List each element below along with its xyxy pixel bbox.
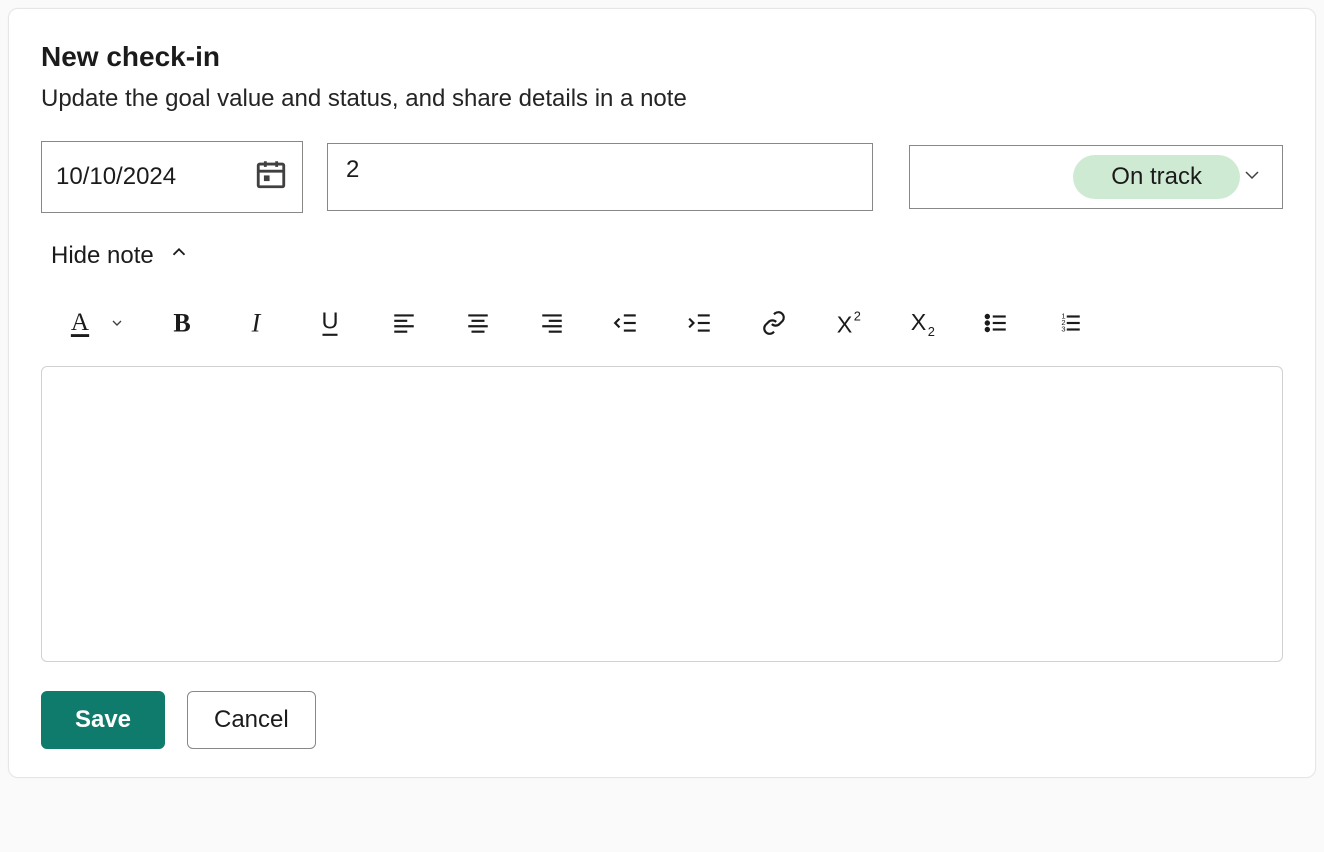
chevron-down-icon: [1240, 163, 1264, 192]
svg-text:I: I: [251, 310, 262, 336]
outdent-button[interactable]: [607, 304, 645, 342]
svg-text:3: 3: [1061, 325, 1065, 334]
svg-text:2: 2: [854, 309, 861, 324]
italic-button[interactable]: I: [237, 304, 275, 342]
indent-button[interactable]: [681, 304, 719, 342]
underline-button[interactable]: U: [311, 304, 349, 342]
footer-buttons: Save Cancel: [41, 691, 1283, 749]
font-color-chevron-icon[interactable]: [107, 304, 127, 342]
editor-toolbar: A B I U: [41, 304, 1283, 342]
fields-row: On track: [41, 141, 1283, 213]
align-center-button[interactable]: [459, 304, 497, 342]
save-button[interactable]: Save: [41, 691, 165, 749]
date-input[interactable]: [56, 163, 226, 191]
bold-button[interactable]: B: [163, 304, 201, 342]
dialog-title: New check-in: [41, 41, 1283, 73]
svg-text:X: X: [837, 311, 853, 337]
hide-note-toggle[interactable]: Hide note: [51, 241, 190, 270]
chevron-up-icon: [168, 241, 190, 270]
value-input[interactable]: [346, 156, 854, 184]
align-left-button[interactable]: [385, 304, 423, 342]
svg-text:A: A: [71, 309, 89, 336]
link-button[interactable]: [755, 304, 793, 342]
svg-text:U: U: [321, 308, 338, 333]
subscript-button[interactable]: X 2: [903, 304, 941, 342]
svg-text:2: 2: [928, 324, 935, 337]
status-dropdown[interactable]: On track: [909, 145, 1283, 209]
date-field[interactable]: [41, 141, 303, 213]
svg-text:X: X: [911, 309, 927, 335]
number-list-button[interactable]: 1 2 3: [1051, 304, 1089, 342]
note-editor[interactable]: [41, 366, 1283, 662]
bullet-list-button[interactable]: [977, 304, 1015, 342]
calendar-icon[interactable]: [254, 157, 288, 198]
svg-text:B: B: [173, 310, 190, 336]
dialog-subtitle: Update the goal value and status, and sh…: [41, 85, 1283, 113]
value-field[interactable]: [327, 143, 873, 211]
status-pill: On track: [1073, 155, 1240, 199]
superscript-button[interactable]: X 2: [829, 304, 867, 342]
align-right-button[interactable]: [533, 304, 571, 342]
hide-note-label: Hide note: [51, 242, 154, 270]
check-in-card: New check-in Update the goal value and s…: [8, 8, 1316, 778]
font-color-button[interactable]: A: [61, 304, 99, 342]
cancel-button[interactable]: Cancel: [187, 691, 316, 749]
